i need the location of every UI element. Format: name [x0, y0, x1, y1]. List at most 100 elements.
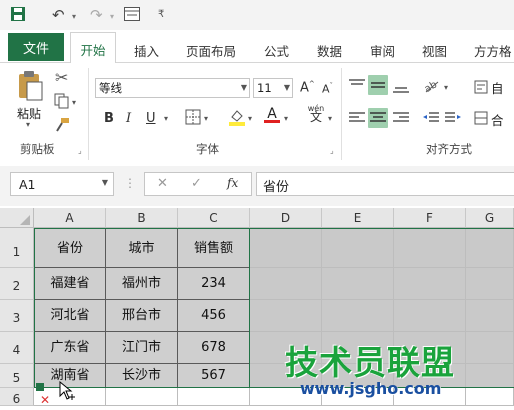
empty-cell[interactable] — [322, 228, 394, 268]
save-icon[interactable] — [10, 6, 26, 26]
row-header-5[interactable]: 5 — [0, 364, 34, 388]
header-cell[interactable]: 销售额 — [178, 228, 250, 268]
cancel-icon[interactable]: ✕ — [157, 176, 168, 191]
insert-function-icon[interactable]: fx — [227, 176, 238, 190]
table-cell[interactable]: 福建省 — [34, 268, 106, 300]
empty-cell[interactable] — [466, 268, 514, 300]
wrap-text-icon[interactable] — [474, 80, 488, 97]
orientation-icon[interactable]: ab — [422, 76, 442, 97]
tab-insert[interactable]: 插入 — [134, 41, 159, 60]
empty-cell[interactable] — [466, 332, 514, 364]
empty-cell[interactable] — [466, 300, 514, 332]
tab-fangfang[interactable]: 方方格 — [474, 41, 512, 60]
row-header-3[interactable]: 3 — [0, 300, 34, 332]
empty-cell[interactable] — [106, 388, 178, 406]
wrap-text-label[interactable]: 自 — [491, 78, 504, 97]
bold-button[interactable]: B — [104, 111, 114, 126]
align-middle-button[interactable] — [368, 75, 388, 95]
fill-color-icon[interactable] — [228, 108, 246, 129]
chevron-down-icon[interactable]: ▼ — [102, 178, 108, 187]
name-box[interactable]: A1 ▼ — [10, 172, 114, 196]
tab-home[interactable]: 开始 — [70, 32, 116, 63]
empty-cell[interactable] — [322, 268, 394, 300]
empty-cell[interactable] — [250, 228, 322, 268]
copy-dropdown-icon[interactable]: ▾ — [72, 98, 76, 107]
table-cell[interactable]: 河北省 — [34, 300, 106, 332]
header-cell[interactable]: 城市 — [106, 228, 178, 268]
form-icon[interactable] — [124, 7, 140, 25]
table-cell[interactable]: 678 — [178, 332, 250, 364]
row-header-1[interactable]: 1 — [0, 228, 34, 268]
empty-cell[interactable] — [394, 228, 466, 268]
empty-cell[interactable] — [322, 300, 394, 332]
font-color-button[interactable]: A — [264, 106, 280, 123]
table-cell[interactable]: 长沙市 — [106, 364, 178, 388]
column-header-e[interactable]: E — [322, 208, 394, 228]
empty-cell[interactable] — [394, 300, 466, 332]
font-size-combo[interactable]: 11 ▼ — [253, 78, 293, 98]
redo-icon[interactable]: ↷ — [90, 6, 103, 24]
decrease-indent-icon[interactable] — [422, 110, 440, 129]
fill-color-dropdown-icon[interactable]: ▾ — [248, 114, 252, 123]
tab-view[interactable]: 视图 — [422, 41, 447, 60]
table-cell[interactable]: 456 — [178, 300, 250, 332]
table-cell[interactable]: 邢台市 — [106, 300, 178, 332]
merge-center-icon[interactable] — [474, 111, 488, 128]
empty-cell[interactable] — [250, 300, 322, 332]
tab-file[interactable]: 文件 — [8, 33, 64, 61]
tab-page-layout[interactable]: 页面布局 — [186, 41, 236, 60]
borders-icon[interactable] — [185, 109, 201, 128]
format-painter-icon[interactable] — [54, 117, 70, 136]
enter-icon[interactable]: ✓ — [191, 176, 202, 191]
align-left-icon[interactable] — [348, 110, 366, 129]
align-right-icon[interactable] — [392, 110, 410, 129]
row-header-6[interactable]: 6 — [0, 388, 34, 406]
paste-icon[interactable] — [16, 70, 44, 105]
empty-cell[interactable] — [466, 388, 514, 406]
table-cell[interactable]: 福州市 — [106, 268, 178, 300]
align-bottom-icon[interactable] — [392, 80, 410, 97]
undo-icon[interactable]: ↶ — [52, 6, 65, 24]
column-header-a[interactable]: A — [34, 208, 106, 228]
phonetic-guide-button[interactable]: wén 文 — [306, 104, 326, 123]
clipboard-launcher-icon[interactable]: ⌟ — [78, 146, 82, 155]
align-center-button[interactable] — [368, 108, 388, 128]
column-header-g[interactable]: G — [466, 208, 514, 228]
table-cell[interactable]: 广东省 — [34, 332, 106, 364]
column-header-f[interactable]: F — [394, 208, 466, 228]
grow-font-button[interactable]: A^ — [300, 80, 315, 95]
merge-center-label[interactable]: 合 — [491, 110, 504, 129]
header-cell[interactable]: 省份 — [34, 228, 106, 268]
empty-cell[interactable] — [394, 268, 466, 300]
customize-icon[interactable]: ₹ — [158, 9, 164, 20]
cut-icon[interactable]: ✂ — [55, 68, 68, 87]
font-launcher-icon[interactable]: ⌟ — [330, 146, 334, 155]
orientation-dropdown-icon[interactable]: ▾ — [444, 83, 448, 92]
align-top-icon[interactable] — [348, 78, 366, 95]
column-header-b[interactable]: B — [106, 208, 178, 228]
borders-dropdown-icon[interactable]: ▾ — [204, 114, 208, 123]
underline-dropdown-icon[interactable]: ▾ — [164, 114, 168, 123]
row-header-2[interactable]: 2 — [0, 268, 34, 300]
shrink-font-button[interactable]: Aˇ — [322, 82, 333, 96]
phonetic-dropdown-icon[interactable]: ▾ — [328, 114, 332, 123]
empty-cell[interactable] — [250, 268, 322, 300]
underline-button[interactable]: U — [146, 111, 156, 126]
increase-indent-icon[interactable] — [444, 110, 462, 129]
tab-review[interactable]: 审阅 — [370, 41, 395, 60]
table-cell[interactable]: 567 — [178, 364, 250, 388]
tab-formulas[interactable]: 公式 — [264, 41, 289, 60]
column-header-d[interactable]: D — [250, 208, 322, 228]
table-cell[interactable]: 江门市 — [106, 332, 178, 364]
formula-input[interactable]: 省份 — [256, 172, 514, 196]
fill-handle[interactable] — [36, 383, 44, 391]
font-color-dropdown-icon[interactable]: ▾ — [284, 114, 288, 123]
empty-cell[interactable] — [178, 388, 250, 406]
paste-dropdown-icon[interactable]: ▾ — [26, 120, 30, 129]
select-all-button[interactable] — [0, 208, 34, 228]
empty-cell[interactable] — [466, 364, 514, 388]
font-name-combo[interactable]: 等线 ▼ — [95, 78, 250, 98]
more-options-icon[interactable]: ⋮ — [124, 176, 136, 190]
column-header-c[interactable]: C — [178, 208, 250, 228]
undo-dropdown-icon[interactable]: ▾ — [72, 12, 76, 21]
